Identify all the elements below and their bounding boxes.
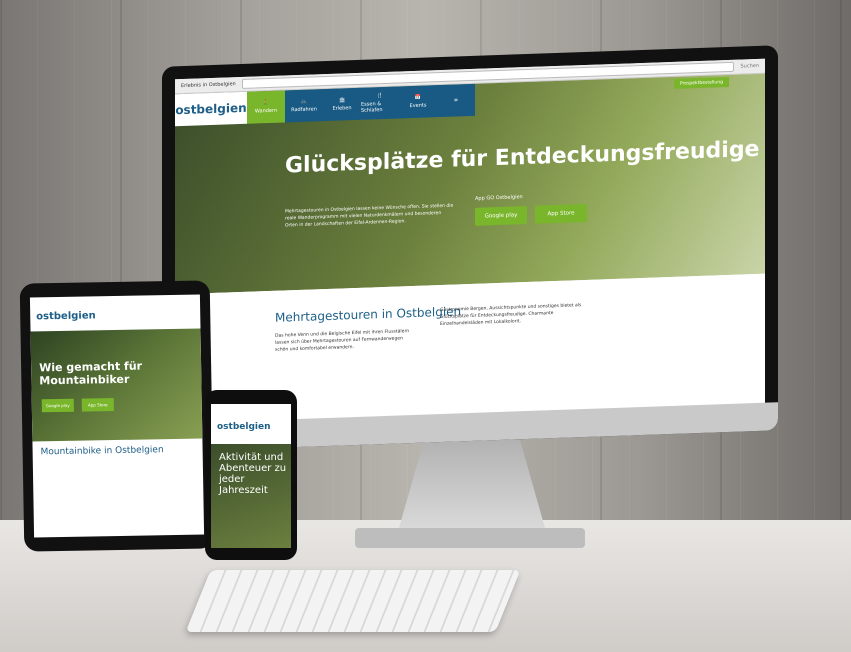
phone-logo[interactable]: ostbelgien <box>217 422 271 432</box>
nav-item-events[interactable]: 📅 Events <box>399 85 437 119</box>
hero-intro-text: Mehrtagestouren in Ostbelgien lassen kei… <box>285 203 454 229</box>
brochure-order-button[interactable]: Prospektbestellung <box>673 76 729 89</box>
museum-icon: 🏛 <box>338 97 346 104</box>
browser-tab-title[interactable]: Erlebnis in Ostbelgien <box>181 81 236 89</box>
site-logo[interactable]: ostbelgien <box>175 91 247 127</box>
bike-icon: 🚲 <box>300 98 308 105</box>
hiker-icon: 🚶 <box>262 100 270 107</box>
calendar-icon: 📅 <box>414 94 422 101</box>
tablet-section-title: Mountainbike in Ostbelgien <box>40 445 164 458</box>
phone-screen: ostbelgien Aktivität und Abenteuer zu je… <box>211 404 291 548</box>
hero-title: Glücksplätze für Entdeckungsfreudige <box>285 136 760 179</box>
tablet-device: ostbelgien Wie gemacht für Mountainbiker… <box>19 280 215 552</box>
tablet-hero-title: Wie gemacht für Mountainbiker <box>39 359 143 388</box>
website-hero: ostbelgien 🚶 Wandern 🚲 Radfahren 🏛 Erleben … <box>175 73 765 295</box>
tablet-google-play-button[interactable]: Google play <box>41 398 74 413</box>
tablet-logo[interactable]: ostbelgien <box>36 310 96 322</box>
tablet-app-store-button[interactable]: App Store <box>81 398 114 412</box>
section-text-left: Das hohe Venn und die Belgische Eifel mi… <box>275 329 410 353</box>
app-store-button[interactable]: App Store <box>535 203 587 224</box>
section-title: Mehrtagestouren in Ostbelgien <box>275 304 462 325</box>
app-title: App GO Ostbelgien <box>475 194 523 202</box>
phone-hero-title: Aktivität und Abenteuer zu jeder Jahresz… <box>219 452 287 496</box>
google-play-button[interactable]: Google play <box>475 206 527 226</box>
monitor-base <box>355 528 585 548</box>
cutlery-icon: 🍴 <box>376 93 384 100</box>
tablet-screen: ostbelgien Wie gemacht für Mountainbiker… <box>29 294 205 538</box>
nav-item-radfahren[interactable]: 🚲 Radfahren <box>285 89 323 123</box>
nav-item-erleben[interactable]: 🏛 Erleben <box>323 87 361 122</box>
monitor-screen: Erlebnis in Ostbelgien Suchen ostbelgien… <box>175 58 765 425</box>
tablet-hero: Wie gemacht für Mountainbiker Google pla… <box>30 328 203 442</box>
smartphone-device: ostbelgien Aktivität und Abenteuer zu je… <box>205 390 297 560</box>
section-text-right: Gastronomie Bergen, Aussichtspunkte und … <box>440 303 582 328</box>
menu-icon[interactable]: ≡ <box>437 83 475 118</box>
nav-item-essen[interactable]: 🍴 Essen & Schlafen <box>361 86 399 120</box>
browser-search-box[interactable]: Suchen <box>740 63 759 70</box>
nav-item-wandern[interactable]: 🚶 Wandern <box>247 90 285 124</box>
keyboard <box>185 570 521 632</box>
